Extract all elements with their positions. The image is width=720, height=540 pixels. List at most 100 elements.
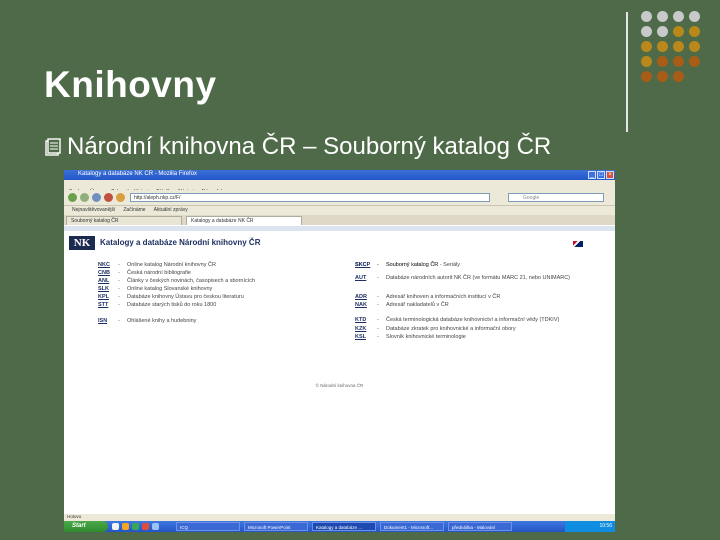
catalog-entry[interactable]: NAK - Adresář nakladatelů v ČR bbox=[355, 302, 586, 308]
separator-dash: - bbox=[118, 318, 120, 324]
catalog-code-link[interactable]: KPL bbox=[98, 294, 118, 300]
window-title: Katalogy a databáze NK ČR - Mozilla Fire… bbox=[78, 171, 198, 177]
quicklaunch-icon[interactable] bbox=[142, 523, 149, 530]
taskbar-window-button[interactable]: ICQ bbox=[176, 522, 240, 531]
catalog-entry[interactable]: NKC - Online katalog Národní knihovny ČR bbox=[98, 262, 277, 268]
catalog-entry[interactable]: KZK - Databáze zkratek pro knihovnické a i… bbox=[355, 326, 586, 332]
taskbar-window-button[interactable]: přednáška - Malování bbox=[448, 522, 512, 531]
catalog-code-link[interactable]: KSL bbox=[355, 334, 377, 340]
taskbar-window-button[interactable]: Katalogy a databáze ... bbox=[312, 522, 376, 531]
catalog-description: Databáze knihovny Ústavu pro českou lite… bbox=[127, 294, 244, 300]
copyright-text: © Národní knihovna ČR bbox=[315, 383, 364, 388]
browser-screenshot: Katalogy a databáze NK ČR - Mozilla Fire… bbox=[64, 170, 615, 532]
catalog-entry[interactable]: KPL - Databáze knihovny Ústavu pro českou … bbox=[98, 294, 277, 300]
decorative-dot bbox=[657, 11, 668, 22]
decorative-dot bbox=[673, 56, 684, 67]
forward-icon[interactable] bbox=[80, 193, 89, 202]
search-input[interactable]: Google bbox=[508, 193, 604, 202]
address-bar[interactable]: http://aleph.nkp.cz/F/ bbox=[130, 193, 490, 202]
catalog-code-link[interactable]: KTD bbox=[355, 317, 377, 323]
browser-tab[interactable]: Souborný katalog ČR bbox=[66, 216, 182, 225]
separator-dash: - bbox=[377, 275, 379, 282]
quicklaunch-icon[interactable] bbox=[152, 523, 159, 530]
decorative-dot bbox=[641, 56, 652, 67]
taskbar-window-button[interactable]: Microsoft PowerPoint bbox=[244, 522, 308, 531]
separator-dash: - bbox=[118, 262, 120, 268]
decorative-dot bbox=[641, 41, 652, 52]
decorative-dot bbox=[657, 71, 668, 82]
browser-tab[interactable]: Katalogy a databáze NK ČR bbox=[186, 216, 302, 225]
stop-icon[interactable] bbox=[104, 193, 113, 202]
decorative-dot bbox=[673, 11, 684, 22]
catalog-description: Adresář nakladatelů v ČR bbox=[386, 302, 449, 309]
separator-dash: - bbox=[377, 316, 379, 323]
catalog-entry[interactable]: CNB - Česká národní bibliografie bbox=[98, 270, 277, 276]
catalog-code-link[interactable]: CNB bbox=[98, 270, 118, 276]
notepad-bullet-icon bbox=[45, 138, 61, 156]
decorative-dot bbox=[657, 41, 668, 52]
maximize-icon[interactable]: □ bbox=[597, 171, 605, 179]
catalog-code-link[interactable]: ADR bbox=[355, 294, 377, 300]
minimize-icon[interactable]: _ bbox=[588, 171, 596, 179]
decorative-dot bbox=[641, 71, 652, 82]
catalog-entry[interactable]: SKCP - Souborný katalog ČR - Seriály bbox=[355, 262, 586, 268]
decorative-dot bbox=[689, 11, 700, 22]
windows-taskbar: Start 10:56 ICQ Microsoft PowerPoint Katal… bbox=[64, 521, 615, 532]
catalog-code-link[interactable]: STT bbox=[98, 302, 118, 308]
catalog-description: Databáze starých tisků do roku 1800 bbox=[127, 302, 217, 308]
separator-dash: - bbox=[118, 270, 120, 276]
window-titlebar: Katalogy a databáze NK ČR - Mozilla Fire… bbox=[64, 170, 615, 180]
decorative-dot bbox=[689, 56, 700, 67]
home-icon[interactable] bbox=[116, 193, 125, 202]
catalog-code-link[interactable]: ISN bbox=[98, 318, 118, 324]
decorative-dot bbox=[641, 11, 652, 22]
catalog-code-link[interactable]: KZK bbox=[355, 326, 377, 332]
catalog-description: Databáze zkratek pro knihovnické a infor… bbox=[386, 325, 516, 332]
catalog-description: Souborný katalog ČR - Seriály bbox=[386, 262, 460, 268]
status-bar: Hotovo bbox=[64, 514, 615, 521]
quicklaunch-icon[interactable] bbox=[122, 523, 129, 530]
bookmark-item[interactable]: Aktuální zprávy bbox=[154, 207, 188, 213]
clock: 10:56 bbox=[599, 523, 612, 529]
decorative-dot bbox=[657, 56, 668, 67]
catalog-description: Česká národní bibliografie bbox=[127, 270, 191, 276]
catalog-entry[interactable]: STT - Databáze starých tisků do roku 1800 bbox=[98, 302, 277, 308]
nk-logo[interactable]: NK bbox=[69, 236, 95, 250]
quicklaunch-icon[interactable] bbox=[132, 523, 139, 530]
catalog-code-link[interactable]: SLK bbox=[98, 286, 118, 292]
catalog-description: Online katalog Slovanské knihovny bbox=[127, 286, 213, 292]
catalog-entry[interactable]: KSL - Slovník knihovnické terminologie bbox=[355, 334, 586, 340]
catalog-code-link[interactable]: SKCP bbox=[355, 262, 377, 268]
quicklaunch-icon[interactable] bbox=[112, 523, 119, 530]
english-flag-icon[interactable] bbox=[573, 241, 583, 247]
back-icon[interactable] bbox=[68, 193, 77, 202]
tab-bar: Souborný katalog ČR Katalogy a databáze N… bbox=[64, 215, 615, 225]
taskbar-window-button[interactable]: Dokument1 - Microsoft... bbox=[380, 522, 444, 531]
catalog-code-link[interactable]: ANL bbox=[98, 278, 118, 284]
status-text: Hotovo bbox=[67, 514, 82, 519]
reload-icon[interactable] bbox=[92, 193, 101, 202]
close-icon[interactable]: × bbox=[606, 171, 614, 179]
catalog-entry[interactable]: ANL - Články v českých novinách, časopisec… bbox=[98, 278, 277, 284]
bookmarks-toolbar: Nejnavštěvovanější Začínáme Aktuální zpráv… bbox=[64, 206, 615, 215]
decorative-dot bbox=[673, 26, 684, 37]
start-button[interactable]: Start bbox=[64, 521, 108, 532]
catalog-entry[interactable]: ISN - Ohlášené knihy a hudebniny bbox=[98, 318, 277, 324]
bookmark-item[interactable]: Začínáme bbox=[123, 207, 145, 213]
catalog-code-link[interactable]: NAK bbox=[355, 302, 377, 308]
catalog-code-link[interactable]: NKC bbox=[98, 262, 118, 268]
catalog-entry[interactable]: KTD - Česká terminologická databáze knihov… bbox=[355, 317, 586, 323]
separator-dash: - bbox=[377, 302, 379, 309]
catalog-description: Databáze národních autorit NK ČR (ve for… bbox=[386, 275, 571, 282]
catalog-code-link[interactable]: AUT bbox=[355, 275, 377, 281]
system-tray: 10:56 bbox=[565, 521, 615, 532]
catalog-entry[interactable]: ADR - Adresář knihoven a informačních inst… bbox=[355, 294, 586, 300]
bookmark-item[interactable]: Nejnavštěvovanější bbox=[72, 207, 115, 213]
page-title: Katalogy a databáze Národní knihovny ČR bbox=[100, 238, 261, 247]
separator-dash: - bbox=[377, 294, 379, 301]
bullet-text: Národní knihovna ČR – Souborný katalog Č… bbox=[67, 133, 552, 160]
catalog-entry[interactable]: AUT - Databáze národních autorit NK ČR (ve… bbox=[355, 275, 586, 281]
catalog-description: Slovník knihovnické terminologie bbox=[386, 333, 466, 340]
catalog-entry[interactable]: SLK - Online katalog Slovanské knihovny bbox=[98, 286, 277, 292]
web-page: NK Katalogy a databáze Národní knihovny … bbox=[64, 226, 615, 520]
